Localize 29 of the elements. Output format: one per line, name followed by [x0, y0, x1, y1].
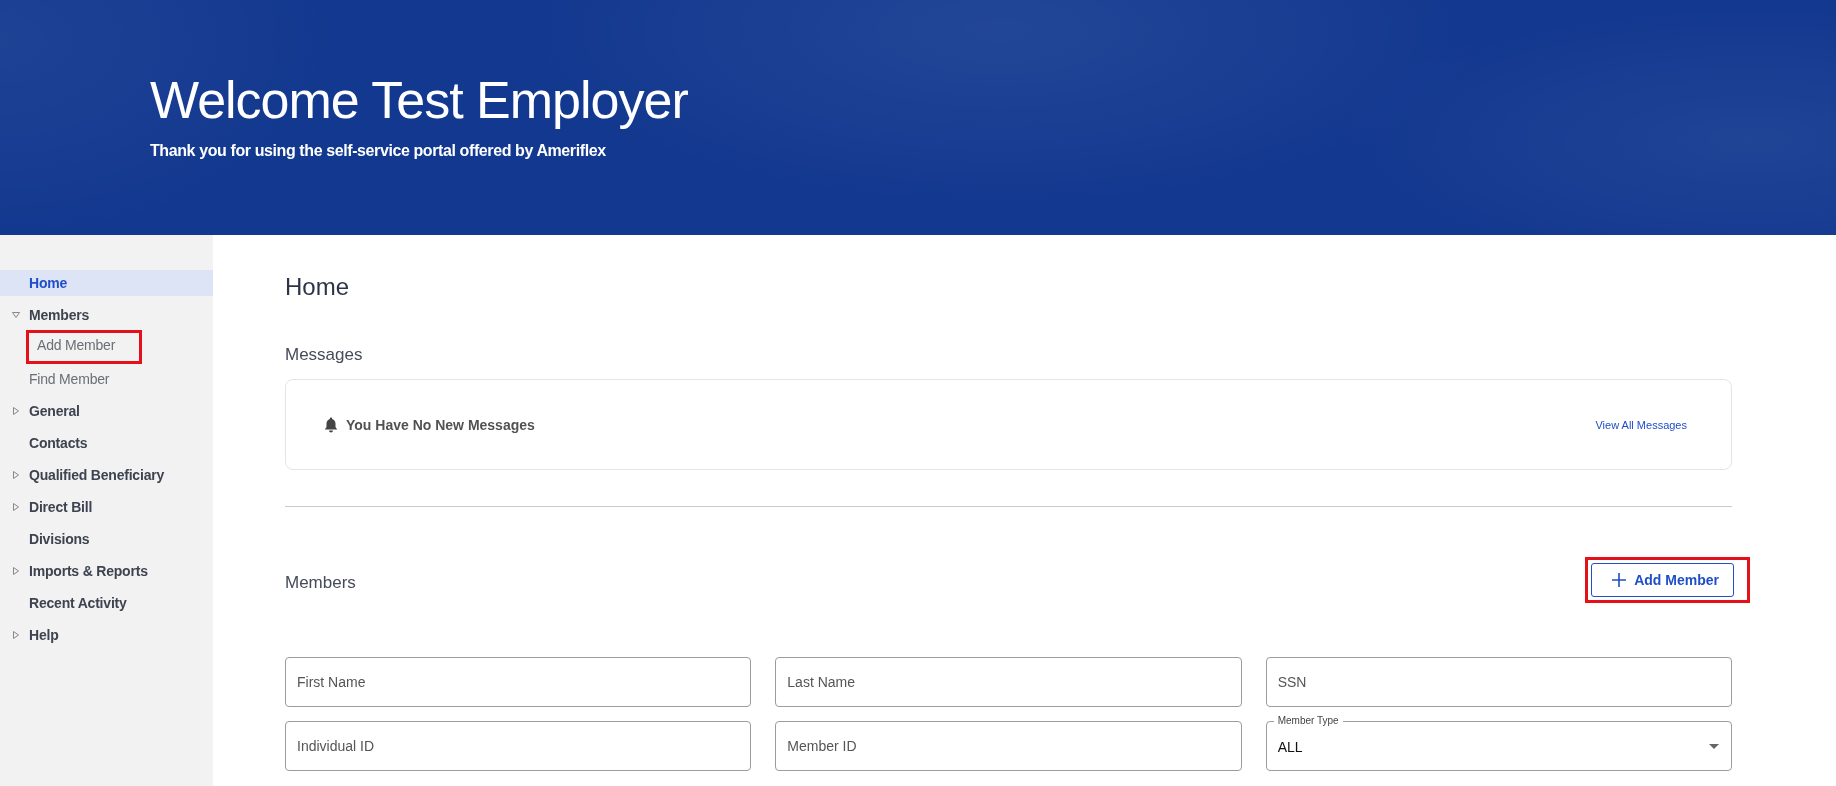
nav-item[interactable]: Direct Bill [0, 491, 213, 523]
nav-item[interactable]: Add Member [0, 331, 213, 363]
section-heading: Messages [285, 345, 364, 365]
nav-item[interactable]: General [0, 395, 213, 427]
section-heading: Members [285, 573, 356, 593]
add-member-button[interactable]: Add Member [1591, 563, 1734, 597]
nav-item[interactable]: Contacts [0, 427, 213, 459]
dropdown-icon [1709, 744, 1719, 749]
view-all-messages-link[interactable]: View All Messages [1595, 418, 1687, 431]
nav-item[interactable]: Qualified Beneficiary [0, 459, 213, 491]
text-field[interactable]: Last Name [775, 657, 1242, 707]
page-title: Home [285, 273, 351, 301]
nav-item[interactable]: Divisions [0, 523, 213, 555]
text-field[interactable]: Member ID [775, 721, 1242, 771]
bell-icon [324, 416, 338, 433]
welcome-subtitle: Thank you for using the self-service portal offered by Ameriflex [150, 142, 607, 160]
text-field[interactable]: SSN [1265, 657, 1732, 707]
nav-item[interactable]: Help [0, 619, 213, 651]
no-messages-text: You Have No New Messages [346, 416, 535, 433]
nav-item[interactable]: Recent Activity [0, 587, 213, 619]
nav-item[interactable]: Imports & Reports [0, 555, 213, 587]
select-field[interactable]: Member Type ALL [1265, 715, 1732, 771]
nav-item[interactable]: Members [0, 299, 213, 331]
nav-item-selected[interactable]: Home [0, 270, 213, 296]
text-field[interactable]: First Name [285, 657, 752, 707]
welcome-title: Welcome Test Employer [150, 70, 689, 131]
text-field[interactable]: Individual ID [285, 721, 752, 771]
nav-item[interactable]: Find Member [0, 363, 213, 395]
plus-icon [1612, 573, 1627, 587]
